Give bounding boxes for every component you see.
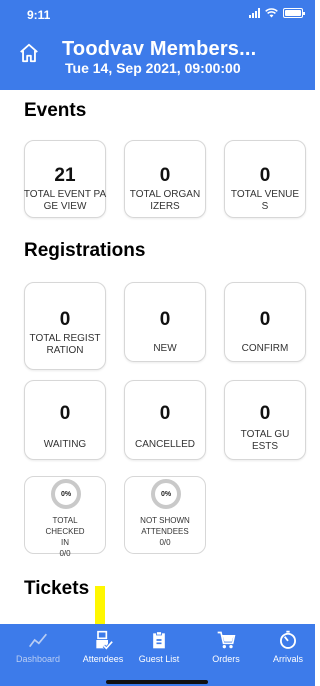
- stat-card-total-registration[interactable]: 0 TOTAL REGISTRATION: [24, 282, 106, 370]
- stat-label: CONFIRM: [241, 343, 289, 354]
- stat-card-organizers[interactable]: 0 TOTAL ORGANIZERS: [124, 140, 206, 218]
- status-icons: [249, 8, 305, 18]
- battery-icon: [283, 8, 305, 18]
- not-shown-label: NOT SHOWN ATTENDEES 0/0: [127, 515, 203, 548]
- stat-label: NEW: [153, 343, 177, 354]
- stat-value: 0: [259, 309, 271, 330]
- stat-value: 0: [59, 403, 71, 424]
- stat-value: 0: [59, 309, 71, 330]
- chart-icon: [29, 633, 47, 648]
- tab-arrivals[interactable]: Arrivals: [262, 624, 314, 670]
- stat-label: TOTAL VENUES: [230, 189, 300, 212]
- stat-label: CANCELLED: [134, 439, 196, 450]
- registrations-heading: Registrations: [24, 240, 146, 261]
- checked-in-title: TOTAL CHECKED IN: [45, 516, 85, 547]
- stat-label: TOTAL GUESTS: [240, 429, 290, 452]
- home-indicator: [106, 680, 208, 684]
- stat-value: 0: [159, 309, 171, 330]
- tab-guest-list[interactable]: Guest List: [132, 624, 186, 670]
- checked-in-percent: 0%: [60, 490, 72, 498]
- not-shown-progress-ring: 0%: [151, 479, 181, 509]
- tab-label: Orders: [212, 654, 240, 664]
- wifi-icon: [265, 8, 278, 18]
- stat-card-total-guests[interactable]: 0 TOTAL GUESTS: [224, 380, 306, 460]
- stat-card-waiting[interactable]: 0 WAITING: [24, 380, 106, 460]
- signal-icon: [249, 8, 260, 18]
- checked-in-card[interactable]: 0% TOTAL CHECKED IN 0/0: [24, 476, 106, 558]
- checked-in-count: 0/0: [59, 549, 71, 558]
- stat-value: 0: [259, 403, 271, 424]
- checked-in-label: TOTAL CHECKED IN 0/0: [27, 515, 103, 559]
- status-time: 9:11: [27, 8, 51, 22]
- stat-value: 21: [54, 165, 76, 186]
- stat-value: 0: [259, 165, 271, 186]
- stat-label: TOTAL REGISTRATION: [29, 333, 101, 356]
- tab-label: Guest List: [138, 654, 180, 664]
- tickets-heading: Tickets: [24, 578, 90, 599]
- stat-card-confirm[interactable]: 0 CONFIRM: [224, 282, 306, 362]
- not-shown-percent: 0%: [160, 490, 172, 498]
- app-header: 9:11 Toodvav Members... Tue 14, Sep 2021…: [0, 0, 315, 90]
- tab-label: Attendees: [82, 654, 124, 664]
- tab-attendees[interactable]: Attendees: [76, 624, 130, 670]
- not-shown-title: NOT SHOWN ATTENDEES: [140, 516, 190, 536]
- not-shown-count: 0/0: [159, 538, 171, 547]
- stat-label: TOTAL EVENT PAGE VIEW: [23, 189, 107, 212]
- cart-icon: [217, 631, 236, 649]
- stat-value: 0: [159, 165, 171, 186]
- home-icon[interactable]: [18, 42, 40, 64]
- tab-label: Arrivals: [272, 654, 303, 664]
- clipboard-icon: [153, 631, 165, 649]
- status-bar: 9:11: [0, 0, 315, 32]
- not-shown-card[interactable]: 0% NOT SHOWN ATTENDEES 0/0: [124, 476, 206, 554]
- tab-label: Dashboard: [15, 654, 61, 664]
- stat-label: WAITING: [43, 439, 87, 450]
- highlight-marker: [95, 586, 105, 624]
- checked-in-progress-ring: 0%: [51, 479, 81, 509]
- timer-icon: [280, 630, 296, 649]
- event-datetime: Tue 14, Sep 2021, 09:00:00: [65, 60, 241, 76]
- events-heading: Events: [24, 100, 87, 121]
- stat-label: TOTAL ORGANIZERS: [129, 189, 201, 212]
- stat-card-cancelled[interactable]: 0 CANCELLED: [124, 380, 206, 460]
- stat-card-new[interactable]: 0 NEW: [124, 282, 206, 362]
- attendees-icon: [96, 630, 113, 650]
- stat-value: 0: [159, 403, 171, 424]
- stat-card-venues[interactable]: 0 TOTAL VENUES: [224, 140, 306, 218]
- tab-dashboard[interactable]: Dashboard: [0, 624, 76, 670]
- tab-orders[interactable]: Orders: [198, 624, 254, 670]
- event-title: Toodvav Members...: [62, 38, 257, 60]
- stat-card-page-views[interactable]: 21 TOTAL EVENT PAGE VIEW: [24, 140, 106, 218]
- bottom-tab-bar: Dashboard Attendees Guest List Orders Ar…: [0, 624, 315, 686]
